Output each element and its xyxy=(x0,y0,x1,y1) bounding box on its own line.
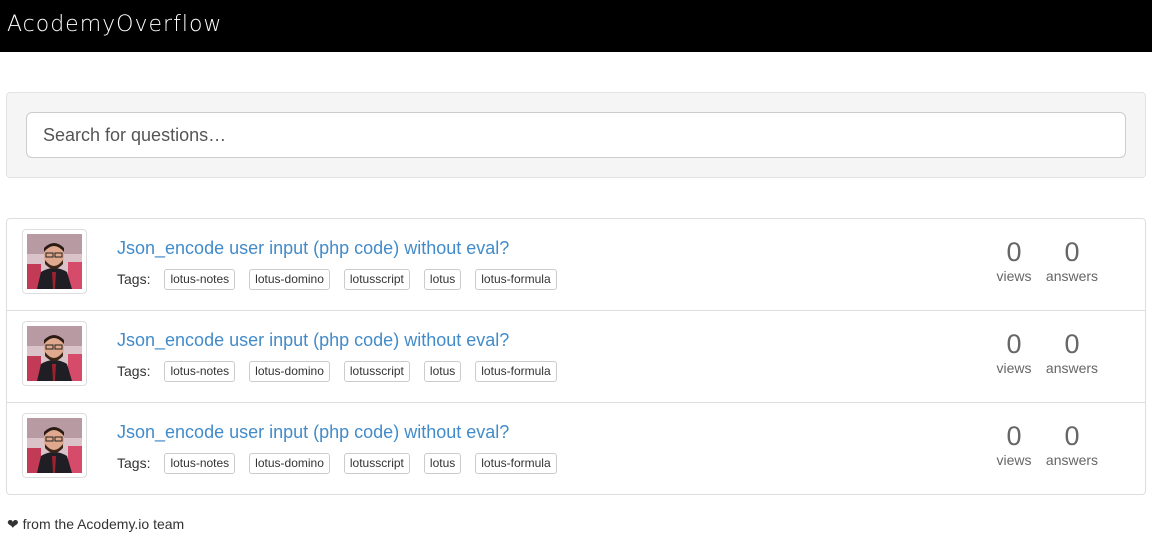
question-title-link[interactable]: Json_encode user input (php code) withou… xyxy=(117,422,509,443)
heart-icon: ❤ xyxy=(7,516,19,532)
tags-label: Tags: xyxy=(117,455,151,471)
tag[interactable]: lotus-domino xyxy=(249,268,330,290)
user-avatar-image xyxy=(27,234,82,289)
question-row: Json_encode user input (php code) withou… xyxy=(7,311,1145,403)
question-row: Json_encode user input (php code) withou… xyxy=(7,403,1145,495)
tag[interactable]: lotus-notes xyxy=(164,360,236,382)
answers-label: answers xyxy=(1045,452,1099,468)
question-title-link[interactable]: Json_encode user input (php code) withou… xyxy=(117,330,509,351)
tag[interactable]: lotus-formula xyxy=(475,268,557,290)
user-avatar-image xyxy=(27,326,82,381)
tags-line: Tags: lotus-notes lotus-domino lotusscri… xyxy=(117,452,571,474)
views-label: views xyxy=(996,360,1032,376)
tag[interactable]: lotus-notes xyxy=(164,452,236,474)
avatar[interactable] xyxy=(22,229,87,294)
views-stat: 0 views xyxy=(984,236,1044,284)
avatar[interactable] xyxy=(22,321,87,386)
tags-line: Tags: lotus-notes lotus-domino lotusscri… xyxy=(117,360,571,382)
answers-count: 0 xyxy=(1064,421,1080,451)
navbar: AcodemyOverflow xyxy=(0,0,1152,52)
answers-count: 0 xyxy=(1064,329,1080,359)
tag[interactable]: lotus xyxy=(423,268,462,290)
tag[interactable]: lotus-formula xyxy=(475,360,557,382)
views-count: 0 xyxy=(1006,421,1022,451)
tags-line: Tags: lotus-notes lotus-domino lotusscri… xyxy=(117,268,571,290)
tag[interactable]: lotus-domino xyxy=(249,360,330,382)
tag[interactable]: lotus-formula xyxy=(475,452,557,474)
tag[interactable]: lotusscript xyxy=(343,268,410,290)
tag[interactable]: lotus-domino xyxy=(249,452,330,474)
question-title-link[interactable]: Json_encode user input (php code) withou… xyxy=(117,238,509,259)
views-count: 0 xyxy=(1006,329,1022,359)
views-label: views xyxy=(996,452,1032,468)
tag[interactable]: lotus xyxy=(423,452,462,474)
tags-label: Tags: xyxy=(117,271,151,287)
search-panel xyxy=(6,92,1146,178)
views-label: views xyxy=(996,268,1032,284)
footer-text: from the Acodemy.io team xyxy=(18,516,185,532)
question-list: Json_encode user input (php code) withou… xyxy=(6,218,1146,495)
answers-stat: 0 answers xyxy=(1042,328,1102,376)
answers-stat: 0 answers xyxy=(1042,420,1102,468)
search-input[interactable] xyxy=(26,112,1126,158)
views-stat: 0 views xyxy=(984,328,1044,376)
tags-label: Tags: xyxy=(117,363,151,379)
brand-logo[interactable]: AcodemyOverflow xyxy=(7,12,222,37)
views-stat: 0 views xyxy=(984,420,1044,468)
tag[interactable]: lotus-notes xyxy=(164,268,236,290)
tag[interactable]: lotusscript xyxy=(343,360,410,382)
question-row: Json_encode user input (php code) withou… xyxy=(7,219,1145,311)
answers-count: 0 xyxy=(1064,237,1080,267)
answers-stat: 0 answers xyxy=(1042,236,1102,284)
tag[interactable]: lotusscript xyxy=(343,452,410,474)
user-avatar-image xyxy=(27,418,82,473)
tag[interactable]: lotus xyxy=(423,360,462,382)
footer: ❤ from the Acodemy.io team xyxy=(7,516,184,533)
answers-label: answers xyxy=(1045,360,1099,376)
avatar[interactable] xyxy=(22,413,87,478)
views-count: 0 xyxy=(1006,237,1022,267)
answers-label: answers xyxy=(1045,268,1099,284)
